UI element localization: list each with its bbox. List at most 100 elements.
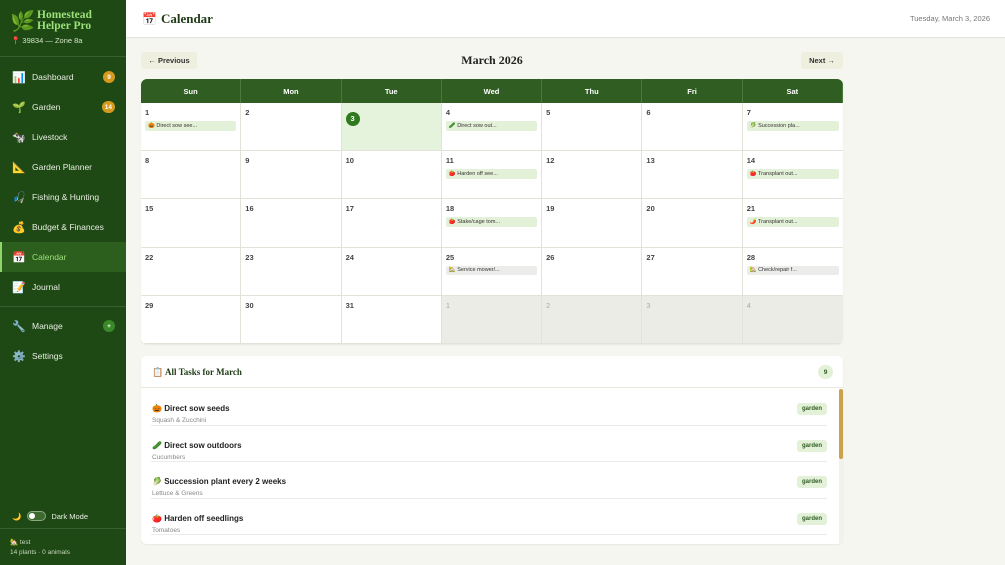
tasks-header: 📋 All Tasks for March 9 (141, 356, 843, 388)
task-item[interactable]: 🥬 Succession plant every 2 weeks Lettuce … (151, 462, 827, 499)
sidebar-item-label: Livestock (32, 132, 68, 142)
calendar-day[interactable]: 26 (542, 247, 643, 296)
sidebar: 🌿 Homestead Helper Pro 📍 39834 — Zone 8a… (0, 0, 126, 565)
task-item[interactable]: 🥒 Direct sow outdoors Cucumbers garden (151, 426, 827, 462)
calendar-day[interactable]: 8 (141, 151, 242, 200)
calendar-event[interactable]: 🎃 Direct sow see... (145, 121, 237, 131)
task-item[interactable]: 🍅 Harden off seedlings Tomatoes garden (151, 499, 827, 535)
nav-item-manage[interactable]: 🔧 Manage + (0, 311, 126, 341)
day-number: 30 (245, 300, 254, 310)
task-name: 🍅 Harden off seedlings (152, 514, 243, 523)
task-item[interactable]: 🎃 Direct sow seeds Squash & Zucchini garde… (151, 389, 827, 426)
day-number: 20 (646, 204, 655, 214)
day-number: 3 (646, 300, 651, 310)
day-number: 5 (546, 108, 551, 117)
calendar-event[interactable]: 🍅 Harden off see... (445, 169, 538, 179)
calendar-day[interactable]: 17 (341, 199, 442, 248)
sidebar-item-garden-planner[interactable]: 📐 Garden Planner (0, 152, 126, 182)
calendar-event[interactable]: 🍅 Stake/cage tom... (445, 217, 538, 227)
calendar-event[interactable]: 🥒 Direct sow out... (445, 121, 538, 131)
sprout-icon: 🌿 (10, 11, 35, 33)
moon-icon: 🌙 (12, 511, 22, 521)
sidebar-item-garden[interactable]: 🌱 Garden 14 (0, 92, 126, 122)
calendar-day[interactable]: 29 (141, 295, 242, 344)
sidebar-item-label: Garden Planner (32, 162, 93, 172)
money-bag-icon: 💰 (12, 221, 26, 234)
calendar-event[interactable]: 🌶️ Transplant out... (746, 217, 839, 227)
calendar-day[interactable]: 22 (141, 247, 242, 296)
calendar-day[interactable]: 28 🏡 Check/repair f... (742, 248, 843, 296)
weekday-sat: Sat (743, 79, 843, 103)
calendar-day[interactable]: 5 (542, 103, 643, 152)
scrollbar-thumb[interactable] (839, 389, 843, 459)
nav-divider (0, 306, 126, 307)
day-number: 8 (145, 156, 150, 166)
sidebar-item-label: Garden (32, 102, 61, 112)
calendar-event[interactable]: 🍅 Transplant out... (746, 169, 839, 179)
sidebar-item-calendar[interactable]: 📅 Calendar (0, 242, 126, 272)
sidebar-item-fishing-hunting[interactable]: 🎣 Fishing & Hunting (0, 182, 126, 212)
calendar-day[interactable]: 11 🍅 Harden off see... (441, 151, 543, 200)
manage-add-badge[interactable]: + (103, 320, 115, 332)
toggle-switch[interactable] (27, 511, 47, 521)
dark-mode-toggle[interactable]: 🌙 Dark Mode (12, 511, 88, 521)
calendar-event[interactable]: 🏡 Service mower/... (445, 265, 538, 276)
calendar-day[interactable]: 23 (241, 247, 342, 296)
calendar-day[interactable]: 3 (341, 103, 442, 152)
calendar-day[interactable]: 12 (542, 151, 643, 200)
calendar-day[interactable]: 19 (542, 199, 643, 248)
day-number: 24 (345, 252, 354, 262)
ruler-icon: 📐 (12, 161, 26, 174)
calendar-day[interactable]: 2 (241, 103, 342, 152)
day-number: 22 (145, 252, 154, 262)
calendar-day[interactable]: 3 (642, 295, 743, 344)
calendar-day[interactable]: 4 🥒 Direct sow out... (441, 103, 543, 152)
weekday-wed: Wed (442, 79, 543, 103)
task-list: 🎃 Direct sow seeds Squash & Zucchini garde… (141, 389, 837, 535)
calendar-day[interactable]: 30 (241, 295, 342, 344)
calendar-day[interactable]: 24 (341, 247, 442, 296)
calendar-day[interactable]: 2 (542, 295, 643, 344)
nav-item-settings[interactable]: ⚙️ Settings (0, 341, 126, 371)
sidebar-item-budget-finances[interactable]: 💰 Budget & Finances (0, 212, 126, 242)
calendar-day[interactable]: 16 (241, 199, 342, 248)
brand-location: 📍 39834 — Zone 8a (11, 36, 83, 45)
sidebar-item-journal[interactable]: 📝 Journal (0, 272, 126, 302)
weekday-thu: Thu (542, 79, 643, 103)
calendar-day[interactable]: 25 🏡 Service mower/... (441, 247, 543, 296)
nav-item-label: Settings (32, 351, 63, 361)
day-number: 13 (646, 156, 655, 166)
task-title: Succession plant every 2 weeks (164, 477, 287, 486)
sidebar-item-dashboard[interactable]: 📊 Dashboard 9 (0, 62, 126, 92)
calendar-day[interactable]: 7 🥬 Succession pla... (742, 103, 843, 152)
calendar-day[interactable]: 13 (642, 151, 743, 200)
calendar-day[interactable]: 18 🍅 Stake/cage tom... (441, 199, 543, 248)
day-number: 11 (445, 156, 454, 166)
calendar-day[interactable]: 10 (341, 151, 442, 200)
calendar-day[interactable]: 4 (742, 295, 843, 344)
calendar-event[interactable]: 🥬 Succession pla... (746, 121, 839, 131)
calendar-event[interactable]: 🏡 Check/repair f... (746, 265, 839, 276)
dark-mode-label: Dark Mode (51, 511, 89, 521)
calendar-day[interactable]: 1 🎃 Direct sow see... (141, 103, 242, 152)
next-month-button[interactable]: Next → (801, 52, 843, 69)
calendar-day[interactable]: 20 (642, 199, 743, 248)
task-category-tag: garden (796, 476, 827, 488)
calendar-day[interactable]: 15 (141, 199, 242, 248)
day-number: 21 (746, 204, 756, 214)
day-number: 26 (546, 252, 555, 262)
chart-icon: 📊 (12, 71, 26, 84)
day-number: 27 (646, 252, 655, 262)
tasks-count-badge: 9 (818, 365, 833, 379)
tasks-title-text: All Tasks for March (164, 367, 242, 377)
calendar-day[interactable]: 31 (341, 295, 442, 344)
calendar-day[interactable]: 1 (441, 295, 543, 344)
sidebar-item-label: Calendar (32, 252, 67, 262)
sidebar-item-livestock[interactable]: 🐄 Livestock (0, 122, 126, 152)
calendar-day[interactable]: 21 🌶️ Transplant out... (742, 199, 843, 248)
calendar-day[interactable]: 27 (642, 247, 743, 296)
calendar-day[interactable]: 6 (642, 103, 743, 152)
task-category-tag: garden (796, 512, 827, 525)
calendar-day[interactable]: 9 (241, 151, 342, 200)
calendar-day[interactable]: 14 🍅 Transplant out... (742, 151, 843, 200)
